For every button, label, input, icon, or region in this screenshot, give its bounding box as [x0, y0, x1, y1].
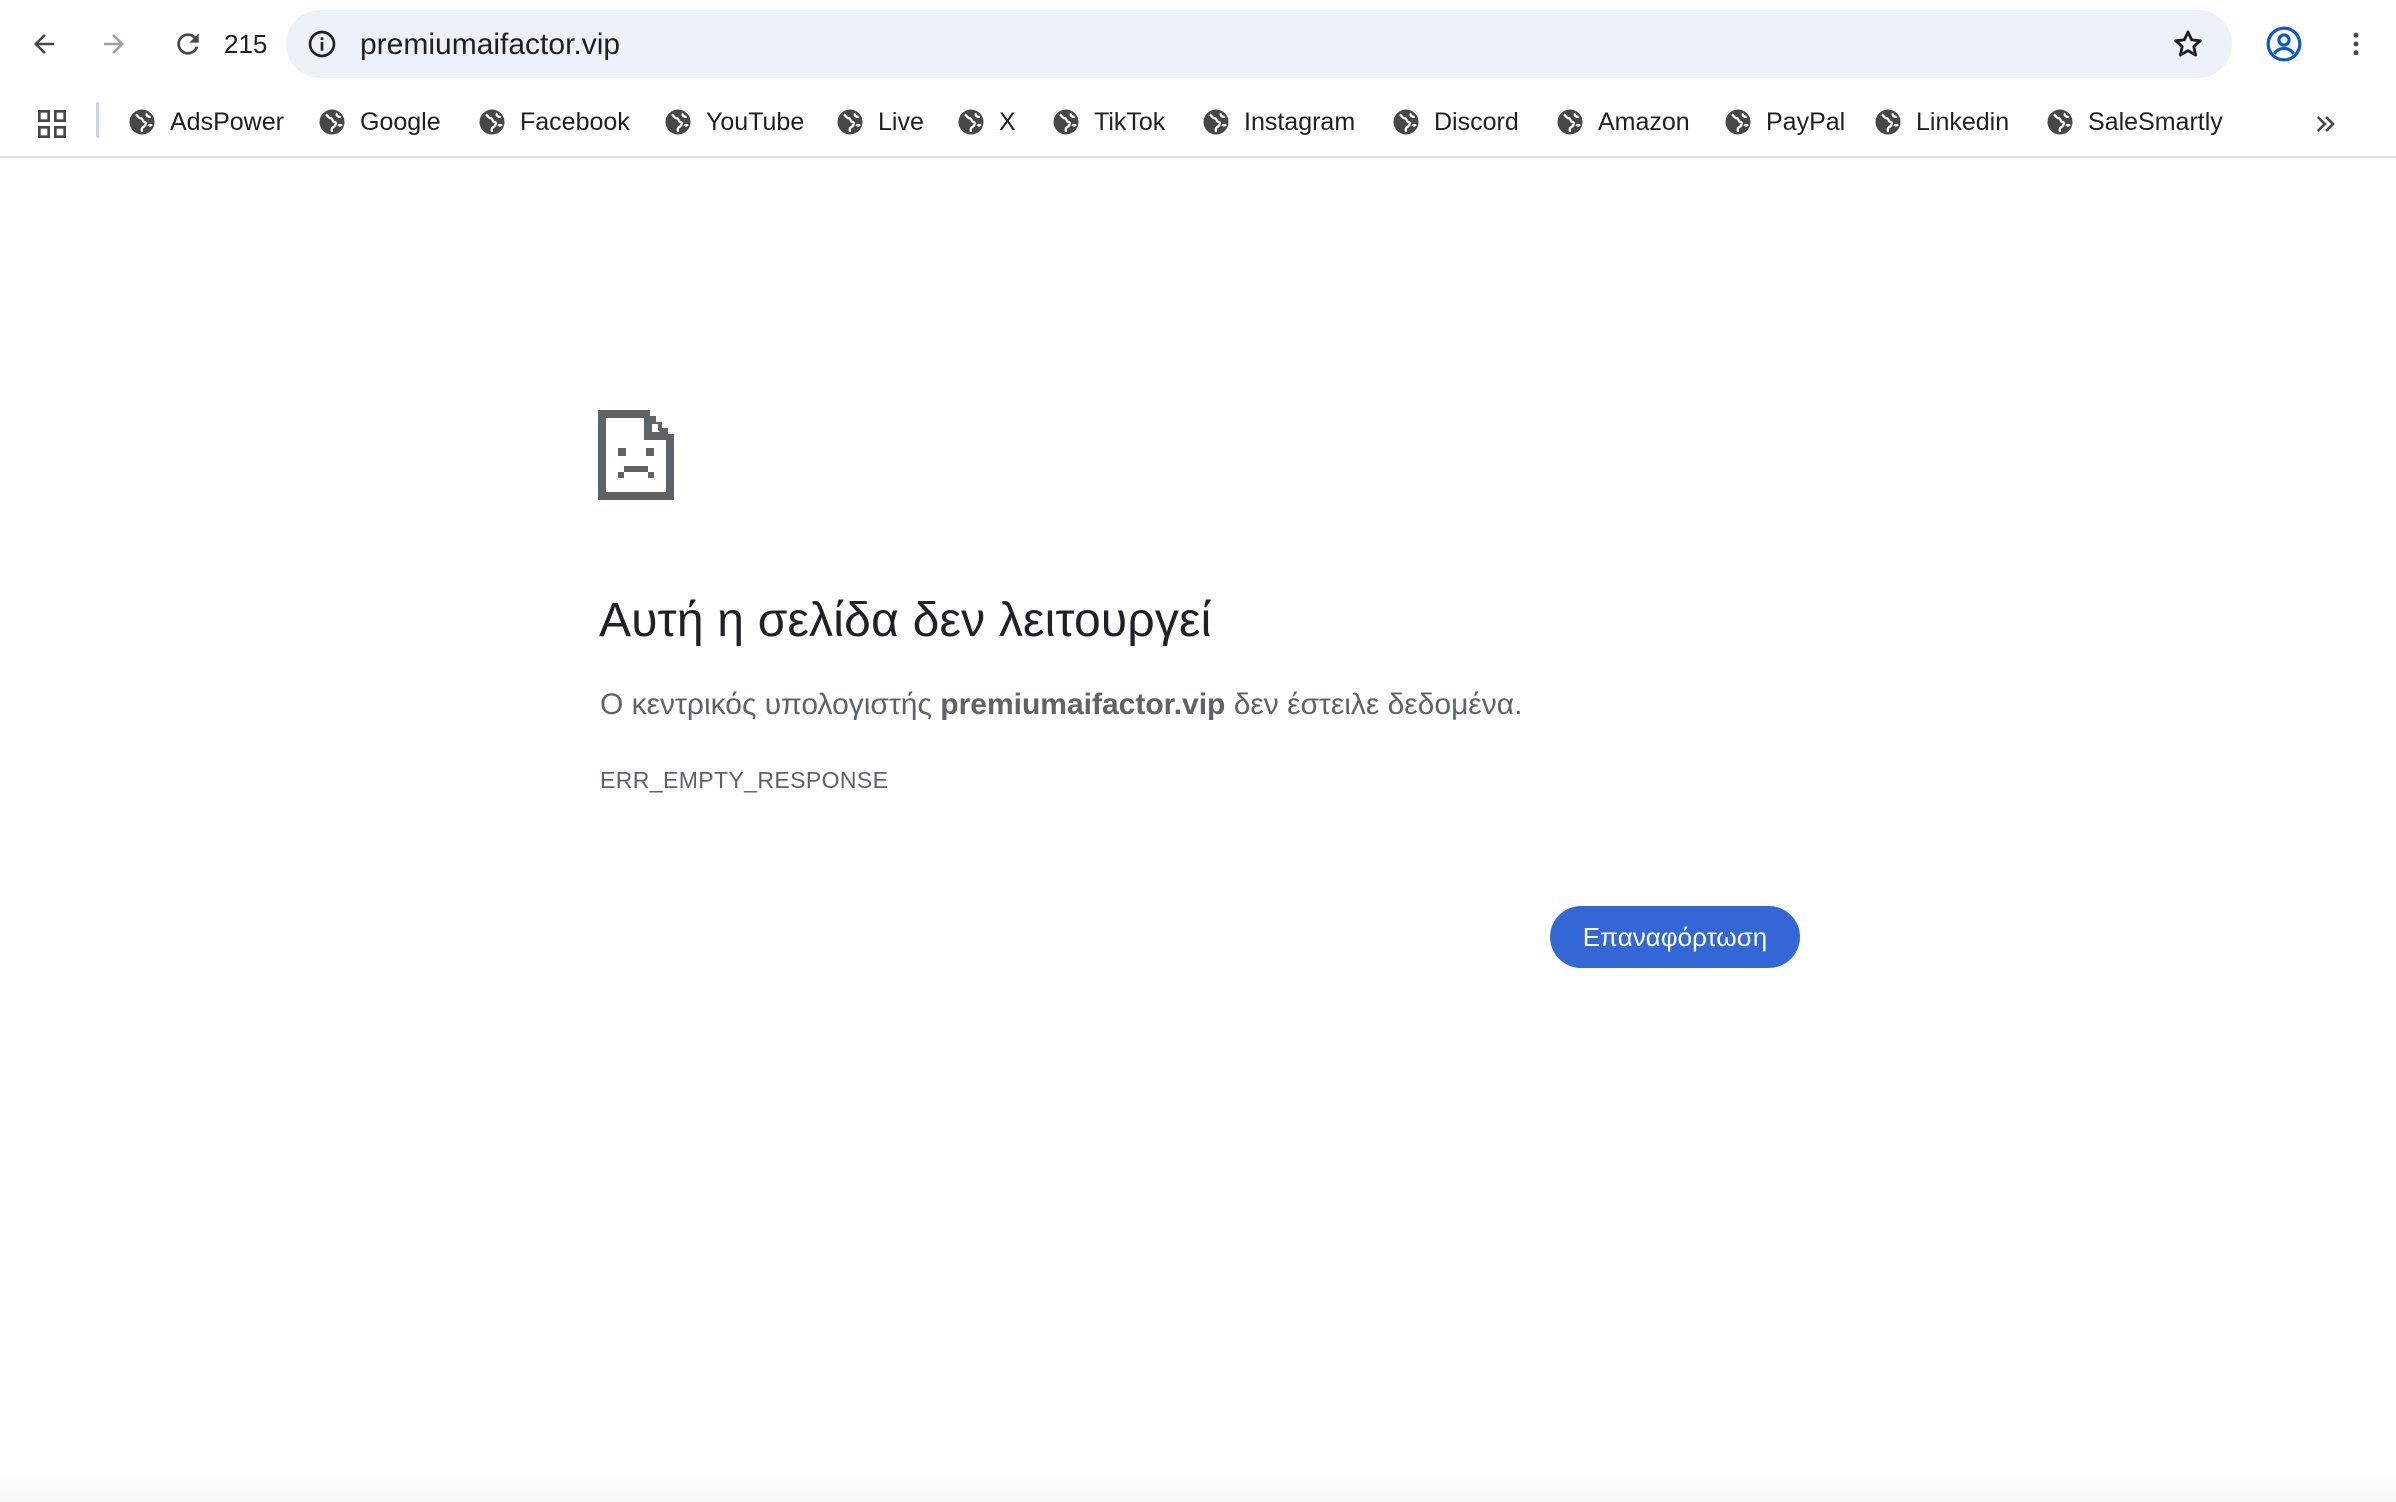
bookmark-label: Linkedin [1916, 108, 2010, 136]
sad-document-icon [598, 410, 674, 500]
globe-icon [1554, 106, 1586, 138]
bookmark-paypal[interactable]: PayPal [1722, 100, 1845, 144]
globe-icon [834, 106, 866, 138]
double-chevron-right-icon [2316, 116, 2335, 132]
reload-button[interactable] [158, 14, 218, 74]
globe-icon [476, 106, 508, 138]
globe-icon [1200, 106, 1232, 138]
browser-toolbar: 215 premiumaifactor.vip [0, 0, 2396, 88]
forward-button[interactable] [84, 14, 144, 74]
bookmark-label: Facebook [520, 108, 630, 136]
globe-icon [2044, 106, 2076, 138]
bookmark-salesmartly[interactable]: SaleSmartly [2044, 100, 2223, 144]
bottom-shadow [0, 1472, 2396, 1502]
bookmarks-bar: AdsPower Google Facebook YouTube Live X … [0, 88, 2396, 158]
apps-grid-icon[interactable] [30, 102, 74, 146]
error-code: ERR_EMPTY_RESPONSE [600, 767, 889, 793]
arrow-left-icon [34, 34, 54, 54]
globe-icon [316, 106, 348, 138]
bookmark-label: X [999, 108, 1016, 136]
bookmark-label: YouTube [706, 108, 805, 136]
bookmark-label: Discord [1434, 108, 1519, 136]
bookmark-label: Amazon [1598, 108, 1690, 136]
bookmark-discord[interactable]: Discord [1390, 100, 1519, 144]
bookmark-amazon[interactable]: Amazon [1554, 100, 1690, 144]
bookmark-label: Live [878, 108, 924, 136]
bookmark-google[interactable]: Google [316, 100, 441, 144]
error-host: premiumaifactor.vip [940, 688, 1226, 721]
kebab-menu-icon [2353, 32, 2359, 56]
bookmark-label: SaleSmartly [2088, 108, 2223, 136]
bookmark-label: AdsPower [170, 108, 284, 136]
error-description: Ο κεντρικός υπολογιστής premiumaifactor.… [600, 686, 1522, 724]
page-reload-button[interactable]: Επαναφόρτωση [1550, 906, 1800, 968]
bookmark-instagram[interactable]: Instagram [1200, 100, 1355, 144]
bookmark-x[interactable]: X [955, 100, 1016, 144]
browser-menu-button[interactable] [2326, 14, 2386, 74]
globe-icon [955, 106, 987, 138]
globe-icon [1872, 106, 1904, 138]
arrow-right-icon [104, 34, 124, 54]
bookmark-adspower[interactable]: AdsPower [126, 100, 284, 144]
globe-icon [1722, 106, 1754, 138]
info-icon[interactable] [302, 24, 342, 64]
bookmarks-overflow-button[interactable] [2304, 102, 2348, 146]
error-page: Αυτή η σελίδα δεν λειτουργεί Ο κεντρικός… [0, 160, 2396, 1502]
reload-icon [177, 33, 199, 55]
star-icon[interactable] [2168, 24, 2208, 64]
reload-count-badge: 215 [224, 29, 268, 59]
error-title: Αυτή η σελίδα δεν λειτουργεί [599, 594, 1212, 647]
profile-button[interactable] [2254, 14, 2314, 74]
globe-icon [662, 106, 694, 138]
back-button[interactable] [14, 14, 74, 74]
bookmark-label: Instagram [1244, 108, 1356, 136]
bookmark-live[interactable]: Live [834, 100, 924, 144]
error-description-suffix: δεν έστειλε δεδομένα. [1225, 688, 1523, 721]
globe-icon [126, 106, 158, 138]
bookmarks-separator [96, 102, 99, 138]
bookmark-tiktok[interactable]: TikTok [1050, 100, 1165, 144]
bookmark-linkedin[interactable]: Linkedin [1872, 100, 2009, 144]
profile-icon [2266, 26, 2302, 62]
globe-icon [1390, 106, 1422, 138]
bookmark-youtube[interactable]: YouTube [662, 100, 804, 144]
url-text[interactable]: premiumaifactor.vip [360, 28, 620, 62]
bookmark-facebook[interactable]: Facebook [476, 100, 630, 144]
bookmark-label: PayPal [1766, 108, 1846, 136]
error-description-prefix: Ο κεντρικός υπολογιστής [600, 688, 941, 721]
globe-icon [1050, 106, 1082, 138]
bookmark-label: Google [360, 108, 441, 136]
address-bar[interactable]: premiumaifactor.vip [286, 10, 2232, 78]
bookmark-label: TikTok [1094, 108, 1166, 136]
